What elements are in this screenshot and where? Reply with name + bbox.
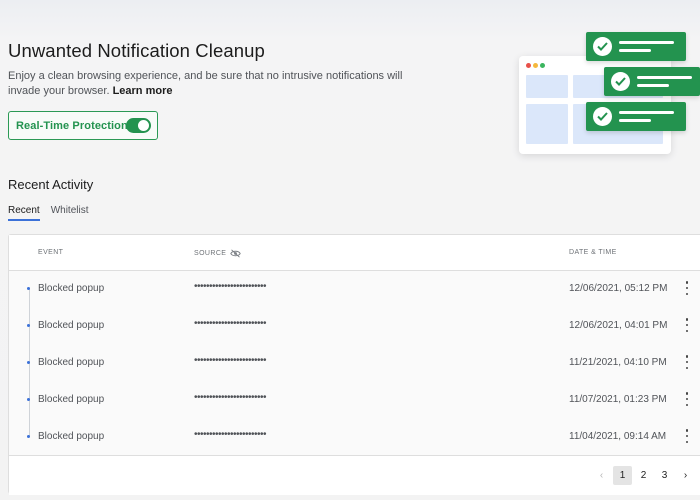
card-line [637, 84, 669, 87]
tab-recent[interactable]: Recent [8, 205, 40, 221]
notification-card-illustration [586, 32, 686, 61]
window-dot-green [540, 63, 545, 68]
column-header-source-label: SOURCE [194, 250, 227, 257]
datetime-cell: 12/06/2021, 05:12 PM [569, 283, 668, 294]
page-1-button[interactable]: 1 [613, 466, 632, 485]
activity-table: EVENT SOURCE DATE & TIME Blocked popup •… [8, 234, 700, 495]
kebab-menu-icon[interactable] [683, 281, 691, 295]
timeline-bullet [27, 398, 30, 401]
timeline-bullet [27, 361, 30, 364]
window-dot-red [526, 63, 531, 68]
page-title: Unwanted Notification Cleanup [8, 40, 265, 61]
timeline-bullet [27, 287, 30, 290]
event-cell: Blocked popup [38, 431, 105, 442]
event-cell: Blocked popup [38, 357, 105, 368]
event-cell: Blocked popup [38, 283, 105, 294]
table-row: Blocked popup •••••••••••••••••••••••• 1… [9, 271, 700, 308]
check-icon [593, 37, 612, 56]
kebab-menu-icon[interactable] [683, 355, 691, 369]
source-cell: •••••••••••••••••••••••• [194, 355, 267, 366]
learn-more-link[interactable]: Learn more [113, 85, 173, 97]
card-line [637, 76, 692, 79]
activity-tabs: Recent Whitelist [8, 205, 88, 221]
prev-page-button[interactable]: ‹ [592, 466, 611, 485]
description-text: Enjoy a clean browsing experience, and b… [8, 70, 403, 97]
real-time-protection-label: Real-Time Protection [16, 119, 128, 132]
card-line [619, 119, 651, 122]
table-row: Blocked popup •••••••••••••••••••••••• 1… [9, 345, 700, 382]
card-line [619, 111, 674, 114]
source-cell: •••••••••••••••••••••••• [194, 392, 267, 403]
real-time-protection-toggle[interactable]: Real-Time Protection [8, 111, 158, 140]
column-header-source: SOURCE [194, 249, 242, 258]
page-2-button[interactable]: 2 [634, 466, 653, 485]
table-header: EVENT SOURCE DATE & TIME [9, 235, 700, 271]
pagination: ‹ 1 2 3 › [592, 466, 695, 485]
datetime-cell: 11/07/2021, 01:23 PM [569, 394, 667, 405]
kebab-menu-icon[interactable] [683, 392, 691, 406]
source-cell: •••••••••••••••••••••••• [194, 281, 267, 292]
next-page-button[interactable]: › [676, 466, 695, 485]
kebab-menu-icon[interactable] [683, 318, 691, 332]
datetime-cell: 11/21/2021, 04:10 PM [569, 357, 667, 368]
toggle-knob [138, 120, 149, 131]
pagination-bar: ‹ 1 2 3 › [9, 455, 700, 495]
toggle-switch[interactable] [126, 118, 151, 133]
event-cell: Blocked popup [38, 320, 105, 331]
timeline-bullet [27, 435, 30, 438]
window-dot-yellow [533, 63, 538, 68]
column-header-datetime: DATE & TIME [569, 249, 617, 256]
timeline-bullet [27, 324, 30, 327]
eye-slash-icon[interactable] [230, 249, 242, 258]
table-row: Blocked popup •••••••••••••••••••••••• 1… [9, 419, 700, 456]
source-cell: •••••••••••••••••••••••• [194, 318, 267, 329]
card-line [619, 49, 651, 52]
page-description: Enjoy a clean browsing experience, and b… [8, 69, 408, 99]
check-icon [593, 107, 612, 126]
datetime-cell: 11/04/2021, 09:14 AM [569, 431, 667, 442]
column-header-event: EVENT [38, 249, 64, 256]
event-cell: Blocked popup [38, 394, 105, 405]
table-row: Blocked popup •••••••••••••••••••••••• 1… [9, 382, 700, 419]
illustration-pane [526, 104, 568, 144]
notification-card-illustration [604, 67, 700, 96]
page-3-button[interactable]: 3 [655, 466, 674, 485]
check-icon [611, 72, 630, 91]
datetime-cell: 12/06/2021, 04:01 PM [569, 320, 668, 331]
kebab-menu-icon[interactable] [683, 429, 691, 443]
recent-activity-title: Recent Activity [8, 177, 94, 192]
illustration-pane [526, 75, 568, 98]
source-cell: •••••••••••••••••••••••• [194, 429, 267, 440]
tab-whitelist[interactable]: Whitelist [51, 205, 89, 221]
table-row: Blocked popup •••••••••••••••••••••••• 1… [9, 308, 700, 345]
card-line [619, 41, 674, 44]
notification-card-illustration [586, 102, 686, 131]
